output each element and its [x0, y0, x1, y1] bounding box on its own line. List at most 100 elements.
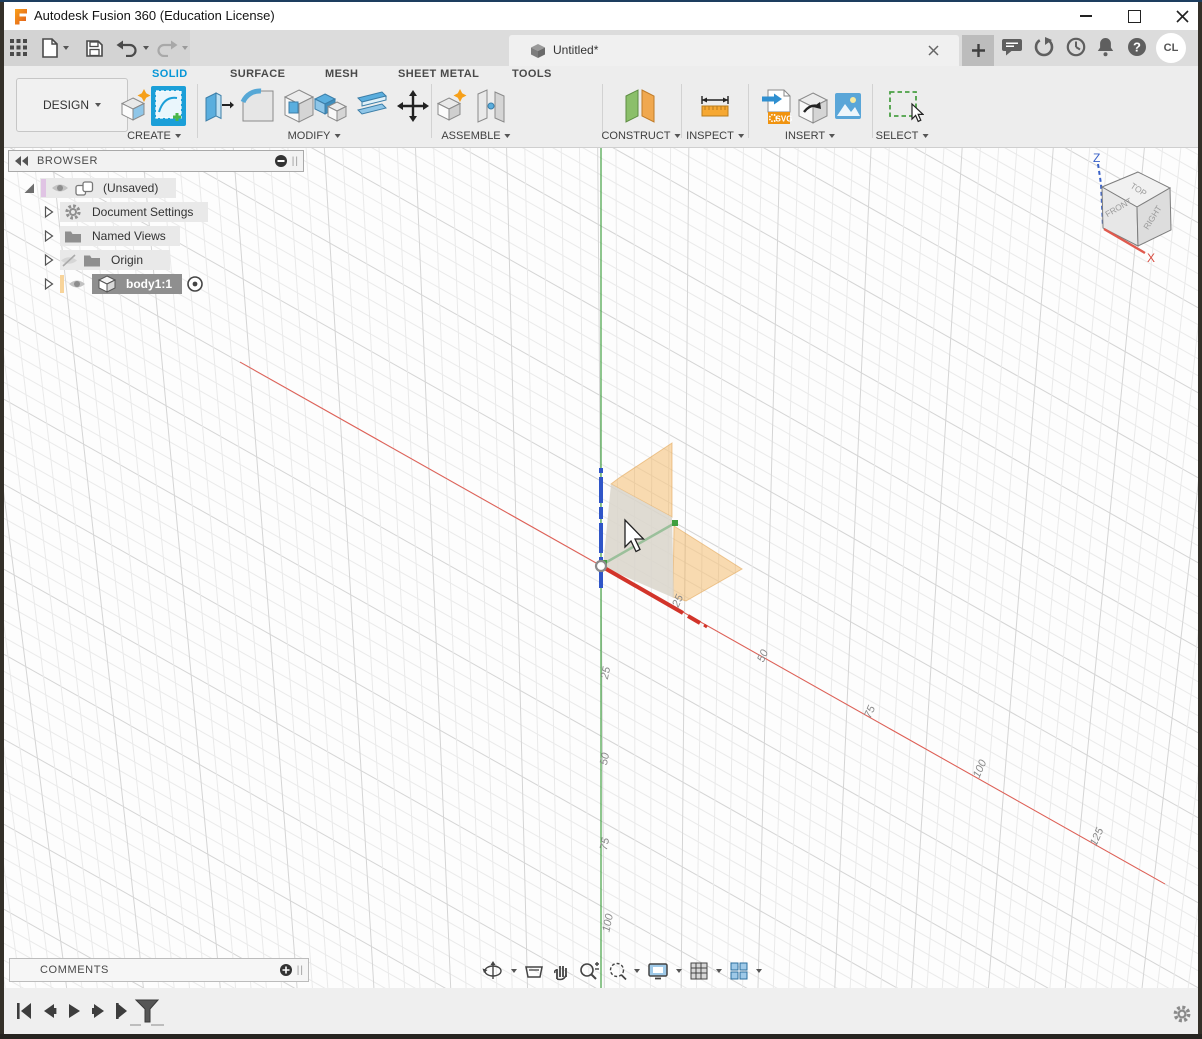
create-group-button[interactable]: CREATE: [127, 130, 181, 142]
timeline-marker[interactable]: [128, 996, 178, 1030]
timeline-settings-gear-icon[interactable]: [1172, 1004, 1192, 1024]
close-window-button[interactable]: [1162, 3, 1202, 29]
viewports-caret-icon[interactable]: [756, 969, 762, 973]
tab-tools[interactable]: TOOLS: [512, 68, 552, 80]
browser-row-body[interactable]: body1:1: [44, 274, 204, 294]
browser-row-label: (Unsaved): [103, 181, 158, 195]
browser-header[interactable]: BROWSER ||: [8, 150, 304, 172]
visibility-eye-icon[interactable]: [68, 278, 86, 290]
timeline-play-button[interactable]: [64, 1001, 84, 1021]
maximize-button[interactable]: [1114, 3, 1154, 29]
origin-point[interactable]: [596, 561, 606, 571]
workspace-selector[interactable]: DESIGN: [16, 78, 128, 132]
combine-icon[interactable]: [313, 88, 349, 124]
avatar[interactable]: CL: [1156, 33, 1186, 63]
orbit-icon[interactable]: [482, 961, 504, 981]
file-menu-caret-icon[interactable]: [63, 46, 69, 50]
move-icon[interactable]: [397, 90, 429, 122]
display-settings-caret-icon[interactable]: [676, 969, 682, 973]
undo-icon[interactable]: [116, 40, 138, 57]
collapsed-caret-icon[interactable]: [44, 254, 54, 266]
collapsed-caret-icon[interactable]: [44, 230, 54, 242]
insert-group-button[interactable]: INSERT: [785, 130, 835, 142]
offset-face-icon[interactable]: [352, 90, 388, 122]
add-comment-icon[interactable]: [279, 963, 293, 977]
redo-caret-icon[interactable]: [182, 46, 188, 50]
offset-plane-icon[interactable]: [622, 88, 658, 124]
timeline-step-forward-button[interactable]: [89, 1001, 109, 1021]
zoom-window-caret-icon[interactable]: [634, 969, 640, 973]
orbit-caret-icon[interactable]: [511, 969, 517, 973]
file-menu-icon[interactable]: [42, 38, 58, 58]
canvas-icon[interactable]: [834, 92, 862, 120]
insert-svg-icon[interactable]: SVG: [760, 88, 792, 126]
zoom-icon[interactable]: [578, 961, 600, 981]
zoom-window-icon[interactable]: [607, 961, 627, 981]
pan-icon[interactable]: [551, 961, 571, 981]
timeline-step-back-button[interactable]: [39, 1001, 59, 1021]
modify-group-button[interactable]: MODIFY: [288, 130, 341, 142]
tab-surface[interactable]: SURFACE: [230, 68, 285, 80]
visibility-off-eye-icon[interactable]: [60, 254, 78, 267]
tab-solid[interactable]: SOLID: [152, 68, 188, 80]
select-group-button[interactable]: SELECT: [876, 130, 929, 142]
bell-icon[interactable]: [1095, 36, 1116, 58]
notification-center-icon[interactable]: [1065, 36, 1087, 58]
browser-row-document-settings[interactable]: Document Settings: [44, 202, 193, 222]
comments-panel[interactable]: COMMENTS ||: [9, 958, 309, 982]
group-separator: [872, 84, 873, 138]
select-icon[interactable]: [888, 90, 924, 126]
browser-row-document[interactable]: (Unsaved): [24, 178, 158, 198]
display-settings-icon[interactable]: [647, 962, 669, 980]
press-pull-icon[interactable]: [202, 90, 234, 124]
quick-access-toolbar: Untitled* ? CL: [4, 30, 1198, 66]
app-grid-icon[interactable]: [10, 39, 28, 57]
construct-group-button[interactable]: CONSTRUCT: [601, 130, 680, 142]
assemble-group-button[interactable]: ASSEMBLE: [441, 130, 510, 142]
fillet-icon[interactable]: [240, 88, 276, 124]
title-bar: Autodesk Fusion 360 (Education License): [4, 2, 1198, 30]
collapse-panel-icon[interactable]: [15, 156, 29, 166]
new-component-icon[interactable]: [436, 88, 468, 122]
new-tab-button[interactable]: [962, 35, 994, 66]
redo-icon[interactable]: [156, 40, 178, 57]
viewports-icon[interactable]: [729, 961, 749, 981]
insert-mesh-icon[interactable]: [796, 90, 830, 124]
grid-settings-caret-icon[interactable]: [716, 969, 722, 973]
close-tab-icon[interactable]: [927, 44, 940, 57]
help-icon[interactable]: ?: [1126, 36, 1148, 58]
panel-grip[interactable]: ||: [297, 965, 304, 976]
sketch-point[interactable]: [672, 520, 678, 526]
shell-icon[interactable]: [282, 88, 316, 124]
undo-caret-icon[interactable]: [143, 46, 149, 50]
minimize-button[interactable]: [1066, 3, 1106, 29]
panel-grip[interactable]: ||: [292, 156, 299, 167]
document-color-bar: [41, 179, 46, 197]
job-status-icon[interactable]: [1033, 36, 1055, 58]
create-form-icon[interactable]: [120, 88, 152, 122]
collapsed-caret-icon[interactable]: [44, 278, 54, 290]
activate-component-icon[interactable]: [186, 275, 204, 293]
visibility-eye-icon[interactable]: [51, 182, 69, 194]
grid-settings-icon[interactable]: [689, 961, 709, 981]
tab-mesh[interactable]: MESH: [325, 68, 358, 80]
create-sketch-button-active[interactable]: [151, 86, 186, 126]
collapsed-caret-icon[interactable]: [44, 206, 54, 218]
gear-icon: [64, 203, 82, 221]
timeline-go-to-start-button[interactable]: [14, 1001, 34, 1021]
remove-panel-icon[interactable]: [274, 154, 288, 168]
joint-icon[interactable]: [474, 88, 508, 124]
inspect-group-button[interactable]: INSPECT: [686, 130, 744, 142]
tab-sheet-metal[interactable]: SHEET METAL: [398, 68, 479, 80]
viewport-canvas[interactable]: TOP FRONT RIGHT Z X 25507510012525507510…: [4, 148, 1198, 988]
browser-row-named-views[interactable]: Named Views: [44, 226, 166, 246]
document-cube-icon: [529, 43, 547, 59]
comments-panel-icon[interactable]: [1001, 37, 1024, 59]
expanded-caret-icon[interactable]: [24, 183, 35, 194]
document-tab[interactable]: Untitled*: [509, 35, 959, 66]
save-icon[interactable]: [86, 40, 103, 57]
measure-icon[interactable]: [700, 92, 730, 120]
ribbon: DESIGN SOLID SURFACE MESH SHEET METAL TO…: [4, 66, 1198, 148]
look-at-icon[interactable]: [524, 962, 544, 980]
browser-row-origin[interactable]: Origin: [44, 250, 143, 270]
